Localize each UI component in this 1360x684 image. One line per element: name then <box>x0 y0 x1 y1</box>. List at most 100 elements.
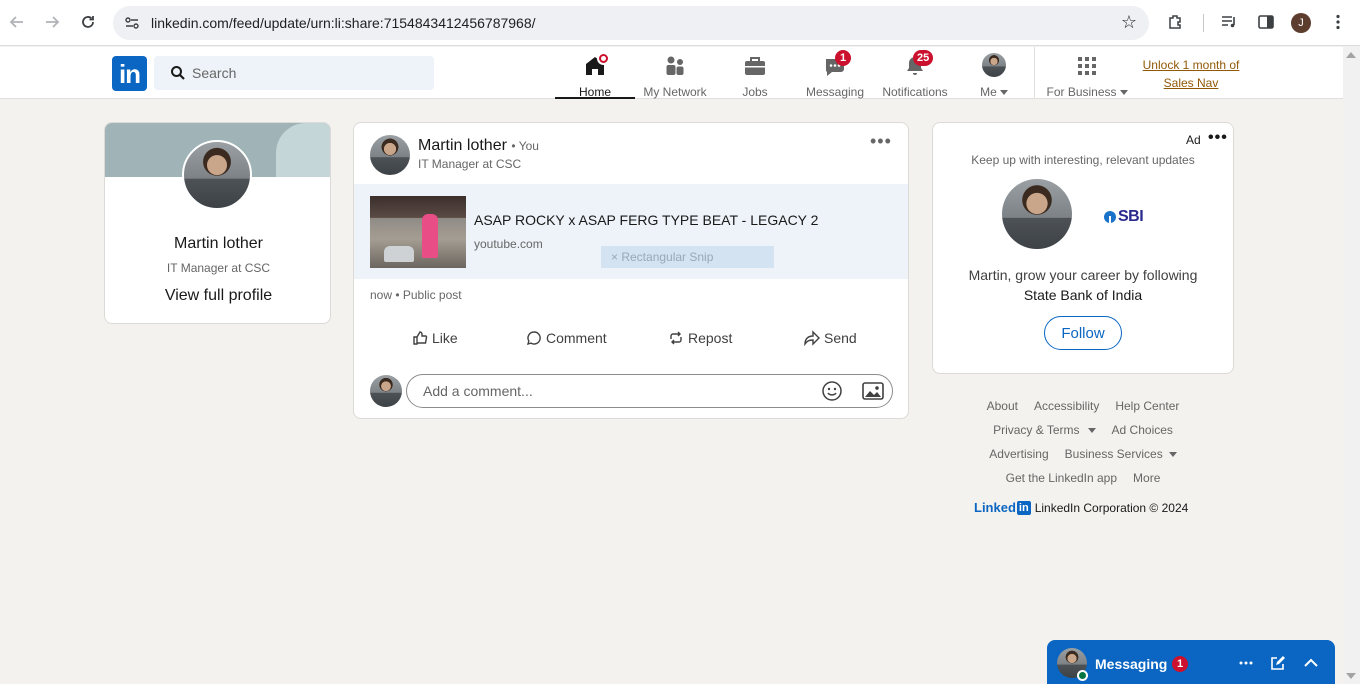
browser-toolbar: linkedin.com/feed/update/urn:li:share:71… <box>0 0 1360 46</box>
site-info-icon[interactable] <box>123 14 141 32</box>
nav-me[interactable]: Me <box>973 47 1015 99</box>
search-input[interactable] <box>192 56 422 90</box>
sbi-logo[interactable]: SBI <box>1104 206 1146 228</box>
like-label: Like <box>432 330 458 346</box>
post-card: Martin lother • You IT Manager at CSC ••… <box>353 122 909 419</box>
ad-pitch-text: Martin, grow your career by following <box>968 267 1198 283</box>
promo-line-1[interactable]: Unlock 1 month of <box>1134 56 1248 74</box>
comment-button[interactable]: Comment <box>526 323 607 353</box>
footer-ad-choices-link[interactable]: Ad Choices <box>1112 423 1173 437</box>
footer-advertising-link[interactable]: Advertising <box>989 447 1048 461</box>
profile-card: Martin lother IT Manager at CSC View ful… <box>104 122 331 324</box>
more-options-icon[interactable]: ••• <box>870 131 892 152</box>
scroll-down-arrow-icon[interactable] <box>1346 673 1356 679</box>
footer-privacy-terms-link[interactable]: Privacy & Terms <box>993 423 1096 437</box>
commenter-avatar <box>370 375 402 407</box>
promo-line-2[interactable]: Sales Nav <box>1134 74 1248 92</box>
grid-icon <box>1075 54 1099 78</box>
footer-business-services-link[interactable]: Business Services <box>1065 447 1177 461</box>
follow-button[interactable]: Follow <box>1044 316 1122 350</box>
comment-input[interactable] <box>423 375 803 407</box>
like-button[interactable]: Like <box>412 323 458 353</box>
nav-jobs-label: Jobs <box>742 85 768 99</box>
nav-notifications[interactable]: 25 Notifications <box>880 47 950 99</box>
search-bar[interactable] <box>154 56 434 90</box>
repost-button[interactable]: Repost <box>668 323 732 353</box>
linkedin-logo-icon[interactable]: in <box>112 56 147 91</box>
back-icon[interactable] <box>5 10 29 34</box>
view-profile-link[interactable]: View full profile <box>105 287 330 305</box>
footer-get-app-link[interactable]: Get the LinkedIn app <box>1006 471 1117 485</box>
media-control-icon[interactable] <box>1219 12 1239 32</box>
nav-me-label: Me <box>980 85 1008 99</box>
ad-more-options-icon[interactable]: ••• <box>1208 129 1228 147</box>
comment-icon <box>527 331 541 346</box>
chevron-down-icon <box>1168 452 1177 458</box>
footer-accessibility-link[interactable]: Accessibility <box>1034 399 1099 413</box>
bell-icon: 25 <box>903 50 934 78</box>
ad-card: Ad ••• Keep up with interesting, relevan… <box>932 122 1234 374</box>
ad-member-avatar <box>1002 179 1072 249</box>
messaging-label[interactable]: Messaging <box>1095 656 1167 672</box>
sbi-logo-text: SBI <box>1118 208 1144 225</box>
header-divider <box>1034 47 1035 99</box>
post-actions: Like Comment Repost Send <box>354 323 908 353</box>
url-text[interactable]: linkedin.com/feed/update/urn:li:share:71… <box>151 15 536 31</box>
post-author-name[interactable]: Martin lother • You <box>418 137 539 155</box>
link-preview[interactable]: ASAP ROCKY x ASAP FERG TYPE BEAT - LEGAC… <box>354 184 908 279</box>
linkedin-wordmark: Linked in <box>974 500 1031 515</box>
link-domain: youtube.com <box>474 237 543 251</box>
post-you-label: • You <box>511 139 539 153</box>
forward-icon[interactable] <box>40 10 64 34</box>
address-bar[interactable]: linkedin.com/feed/update/urn:li:share:71… <box>113 6 1149 40</box>
ad-org-name[interactable]: State Bank of India <box>933 285 1233 305</box>
profile-title: IT Manager at CSC <box>166 261 271 275</box>
comment-label: Comment <box>546 330 607 346</box>
compose-icon[interactable] <box>1269 654 1287 672</box>
thumbnail-figure <box>422 214 438 258</box>
video-thumbnail[interactable] <box>370 196 466 268</box>
comment-box[interactable] <box>406 374 893 408</box>
ad-label: Ad <box>1186 133 1201 147</box>
nav-messaging-label: Messaging <box>805 85 865 99</box>
nav-for-business[interactable]: For Business <box>1044 47 1130 99</box>
footer-copyright: LinkedIn Corporation © 2024 <box>1034 500 1189 515</box>
post-author-subtitle: IT Manager at CSC <box>418 157 522 171</box>
extensions-icon[interactable] <box>1166 12 1186 32</box>
chevron-up-icon[interactable] <box>1302 654 1320 672</box>
home-icon <box>583 52 610 78</box>
link-title[interactable]: ASAP ROCKY x ASAP FERG TYPE BEAT - LEGAC… <box>474 212 818 228</box>
reload-icon[interactable] <box>76 10 100 34</box>
footer-more-link[interactable]: More <box>1133 471 1160 485</box>
browser-menu-icon[interactable] <box>1328 12 1348 32</box>
repost-icon <box>670 331 682 345</box>
online-status-indicator <box>1077 670 1088 681</box>
notifications-badge: 25 <box>913 50 934 66</box>
chevron-down-icon <box>1087 428 1096 434</box>
send-button[interactable]: Send <box>804 323 857 353</box>
scroll-up-arrow-icon[interactable] <box>1346 52 1356 58</box>
page-scrollbar[interactable] <box>1343 47 1360 684</box>
bookmark-star-icon[interactable]: ☆ <box>1121 12 1137 33</box>
nav-messaging[interactable]: 1 Messaging <box>802 47 868 99</box>
nav-jobs[interactable]: Jobs <box>730 47 780 99</box>
footer-about-link[interactable]: About <box>987 399 1018 413</box>
profile-name[interactable]: Martin lother <box>105 235 330 253</box>
sbi-logo-mark <box>1104 211 1116 223</box>
emoji-icon[interactable] <box>821 380 843 402</box>
messaging-overlay-bar[interactable]: Messaging 1 <box>1047 640 1335 684</box>
side-panel-icon[interactable] <box>1256 12 1276 32</box>
messaging-more-icon[interactable] <box>1237 654 1255 672</box>
browser-profile-avatar[interactable]: J <box>1291 13 1311 33</box>
post-author-avatar[interactable] <box>370 135 410 175</box>
profile-avatar[interactable] <box>182 140 252 210</box>
nav-notifications-label: Notifications <box>882 85 948 99</box>
sales-nav-promo-link[interactable]: Unlock 1 month of Sales Nav <box>1134 56 1248 92</box>
nav-my-network[interactable]: My Network <box>640 47 710 99</box>
nav-home-label: Home <box>578 85 611 99</box>
nav-home[interactable]: Home <box>555 47 635 99</box>
image-icon[interactable] <box>862 381 884 401</box>
send-label: Send <box>824 330 857 346</box>
footer-help-center-link[interactable]: Help Center <box>1115 399 1179 413</box>
footer-links: About Accessibility Help Center Privacy … <box>932 394 1234 490</box>
